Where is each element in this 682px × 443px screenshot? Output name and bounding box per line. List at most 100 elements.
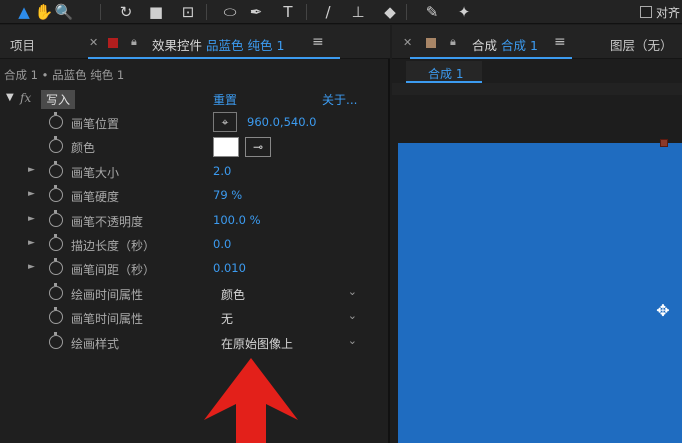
property-row[interactable]: 画笔时间属性 无 ⌄: [0, 306, 388, 330]
puppet-pin-icon[interactable]: ✦: [452, 0, 476, 24]
reset-button[interactable]: 重置: [213, 91, 237, 108]
tab-effects-prefix: 效果控件: [152, 38, 203, 53]
align-checkbox[interactable]: [639, 6, 652, 18]
tab-effects-layer-name: 品蓝色 纯色 1: [206, 38, 285, 53]
roto-brush-icon[interactable]: ✎: [420, 0, 444, 24]
property-value[interactable]: 0.0: [213, 237, 231, 251]
brush-icon[interactable]: /: [316, 0, 340, 24]
property-label: 描边长度（秒）: [71, 239, 156, 253]
stopwatch-icon[interactable]: [49, 282, 63, 300]
property-row[interactable]: 绘画时间属性 颜色 ⌄: [0, 282, 388, 306]
stopwatch-icon[interactable]: [49, 160, 63, 178]
property-row[interactable]: 颜色 ⊸: [0, 135, 388, 159]
toolbar-separator: [306, 4, 307, 20]
type-icon[interactable]: T: [276, 0, 300, 24]
property-label: 画笔间距（秒）: [71, 263, 156, 278]
stopwatch-icon[interactable]: [49, 209, 63, 227]
toolbar-separator: [206, 4, 207, 20]
clone-stamp-icon[interactable]: ⊥: [346, 0, 370, 24]
close-icon[interactable]: ✕: [89, 36, 98, 49]
property-label: 绘画样式: [71, 336, 120, 351]
arrow-shape: [204, 358, 298, 443]
layer-corner-handle[interactable]: [660, 139, 668, 147]
property-label: 绘画时间属性: [71, 287, 144, 302]
expand-triangle-icon[interactable]: ►: [28, 238, 35, 248]
stopwatch-icon[interactable]: [49, 185, 63, 203]
expand-triangle-icon[interactable]: ▼: [6, 92, 14, 103]
effect-name[interactable]: 写入: [41, 90, 76, 109]
chevron-down-icon: ⌄: [347, 284, 357, 298]
stopwatch-icon[interactable]: [49, 136, 63, 154]
tab-effect-controls[interactable]: 效果控件 品蓝色 纯色 1: [152, 35, 284, 54]
property-dropdown[interactable]: 颜色 ⌄: [213, 283, 361, 305]
color-swatch[interactable]: [213, 137, 239, 158]
expand-triangle-icon[interactable]: ►: [28, 189, 35, 199]
expand-triangle-icon[interactable]: ►: [28, 262, 35, 272]
crosshair-icon[interactable]: ⌖: [213, 112, 237, 132]
pen-icon[interactable]: ✒: [244, 0, 268, 24]
composition-canvas[interactable]: [398, 143, 682, 443]
effect-header-row[interactable]: ▼ fx 写入 重置 关于...: [0, 89, 388, 109]
panel-menu-icon[interactable]: ≡: [554, 34, 566, 50]
stopwatch-icon[interactable]: [49, 234, 63, 251]
dropdown-value: 无: [221, 312, 234, 327]
expand-triangle-icon[interactable]: ►: [28, 165, 35, 175]
rotate-icon[interactable]: ↻: [114, 0, 138, 24]
tab-project[interactable]: 项目: [10, 35, 35, 54]
toolbar: ▲ ✋ 🔍 ↻ ■ ⊡ ⬭ ✒ T / ⊥ ◆ ✎ ✦ 对齐: [0, 0, 682, 24]
comp-subtab[interactable]: 合成 1: [406, 61, 482, 83]
dropdown-value: 在原始图像上: [221, 336, 294, 351]
property-value[interactable]: 100.0 %: [213, 213, 261, 227]
property-row[interactable]: ► 画笔硬度 79 %: [0, 184, 388, 208]
viewer-divider: [392, 83, 682, 95]
active-tab-indicator: [88, 57, 340, 59]
property-label: 画笔硬度: [71, 190, 120, 205]
property-row[interactable]: 画笔位置 ⌖ 960.0,540.0: [0, 111, 388, 135]
property-row[interactable]: ► 画笔大小 2.0: [0, 160, 388, 184]
expand-triangle-icon[interactable]: ►: [28, 214, 35, 224]
panel-menu-icon[interactable]: ≡: [312, 34, 324, 50]
comp-subtab-label: 合成 1: [428, 67, 464, 81]
lock-icon[interactable]: 🔒︎: [450, 35, 456, 49]
property-value[interactable]: 2.0: [213, 164, 231, 178]
align-option[interactable]: 对齐: [639, 3, 682, 21]
active-tab-indicator: [410, 57, 572, 59]
lock-icon[interactable]: 🔒︎: [131, 35, 137, 49]
ellipse-icon[interactable]: ⬭: [218, 0, 242, 24]
property-label: 画笔时间属性: [71, 312, 144, 327]
property-value[interactable]: 79 %: [213, 188, 242, 202]
stopwatch-icon[interactable]: [49, 307, 63, 325]
dropdown-value: 颜色: [221, 287, 246, 302]
property-value[interactable]: 960.0,540.0: [247, 115, 317, 129]
close-icon[interactable]: ✕: [403, 36, 412, 49]
about-button[interactable]: 关于...: [322, 91, 357, 108]
tab-composition[interactable]: 合成 合成 1: [472, 35, 538, 54]
chevron-down-icon: ⌄: [347, 333, 357, 347]
toolbar-separator: [406, 4, 407, 20]
property-label: 颜色: [71, 141, 96, 156]
anchor-point-icon[interactable]: ✥: [654, 301, 672, 320]
stopwatch-icon[interactable]: [49, 258, 63, 276]
breadcrumb: 合成 1 • 品蓝色 纯色 1: [4, 68, 125, 82]
stopwatch-icon[interactable]: [49, 112, 63, 129]
property-value[interactable]: 0.010: [213, 261, 246, 275]
property-label: 画笔不透明度: [71, 214, 144, 229]
pan-behind-icon[interactable]: ⊡: [176, 0, 200, 24]
property-row[interactable]: ► 描边长度（秒） 0.0: [0, 233, 388, 257]
property-row[interactable]: ► 画笔不透明度 100.0 %: [0, 209, 388, 233]
property-row[interactable]: ► 画笔间距（秒） 0.010: [0, 257, 388, 281]
stopwatch-icon[interactable]: [49, 331, 63, 349]
toolbar-separator: [100, 4, 101, 20]
property-dropdown[interactable]: 无 ⌄: [213, 307, 361, 329]
property-row[interactable]: 绘画样式 在原始图像上 ⌄: [0, 331, 388, 355]
camera-icon[interactable]: ■: [144, 0, 168, 24]
tab-layer[interactable]: 图层（无）: [610, 35, 673, 54]
tab-comp-prefix: 合成: [472, 38, 498, 53]
zoom-icon[interactable]: 🔍: [52, 0, 76, 24]
eyedropper-icon[interactable]: ⊸: [245, 137, 271, 158]
eraser-icon[interactable]: ◆: [378, 0, 402, 24]
property-dropdown[interactable]: 在原始图像上 ⌄: [213, 332, 361, 354]
property-label: 画笔位置: [71, 117, 120, 131]
fx-toggle-icon[interactable]: fx: [20, 91, 31, 105]
composition-panel: ✕ 🔒︎ 合成 合成 1 ≡ 图层（无） 合成 1 ✥: [392, 25, 682, 443]
